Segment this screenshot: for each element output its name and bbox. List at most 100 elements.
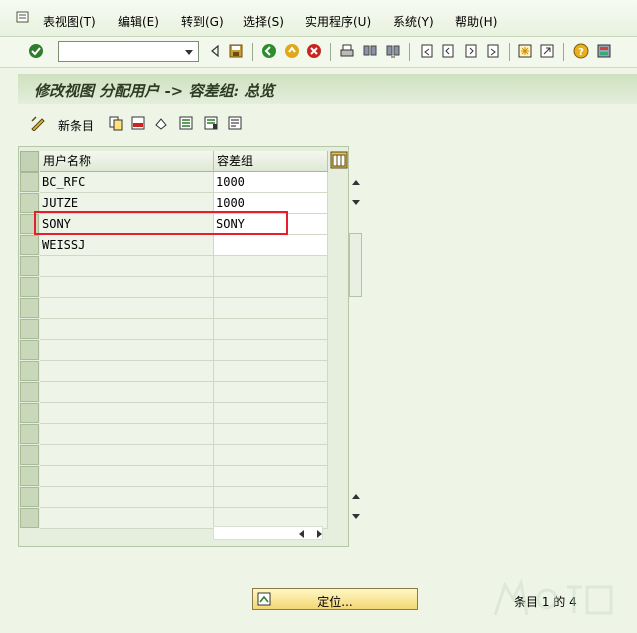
svg-text:?: ?	[578, 47, 584, 58]
row-selector[interactable]	[20, 235, 39, 255]
empty-cell	[40, 424, 214, 445]
empty-cell	[214, 340, 328, 361]
menu-item-help[interactable]: 帮助(H)	[455, 13, 497, 30]
row-selector[interactable]	[20, 319, 39, 339]
menu-item-selection[interactable]: 选择(S)	[243, 13, 284, 30]
toggle-change-icon[interactable]	[30, 115, 46, 131]
find-icon[interactable]	[362, 43, 378, 59]
empty-cell	[40, 298, 214, 319]
empty-cell	[40, 277, 214, 298]
deselect-all-icon[interactable]	[227, 115, 243, 131]
new-entries-button[interactable]: 新条目	[58, 117, 94, 134]
menu-item-edit[interactable]: 编辑(E)	[118, 13, 159, 30]
empty-cell	[214, 424, 328, 445]
enter-check-icon[interactable]	[28, 43, 44, 59]
menu-item-goto[interactable]: 转到(G)	[181, 13, 224, 30]
command-field[interactable]	[58, 41, 199, 62]
empty-cell	[40, 361, 214, 382]
vertical-scrollbar[interactable]	[348, 172, 364, 519]
row-selector[interactable]	[20, 172, 39, 192]
undo-icon[interactable]	[153, 115, 169, 131]
user-name-cell: WEISSJ	[40, 235, 214, 256]
column-header-tolerance-group[interactable]: 容差组	[214, 151, 328, 172]
row-selector[interactable]	[20, 340, 39, 360]
user-name-cell: BC_RFC	[40, 172, 214, 193]
select-all-rows-button[interactable]	[20, 151, 39, 172]
empty-cell	[214, 319, 328, 340]
customize-layout-icon[interactable]	[596, 43, 612, 59]
delete-icon[interactable]	[130, 115, 146, 131]
toolbar-separator	[563, 43, 564, 61]
row-selector[interactable]	[20, 277, 39, 297]
watermark-logo	[493, 578, 613, 616]
row-selector[interactable]	[20, 445, 39, 465]
application-toolbar: 新条目	[0, 104, 637, 140]
row-selector[interactable]	[20, 382, 39, 402]
new-session-icon[interactable]	[517, 43, 533, 59]
row-selector[interactable]	[20, 193, 39, 213]
row-selector[interactable]	[20, 256, 39, 276]
select-all-icon[interactable]	[178, 115, 194, 131]
menu-item-system[interactable]: 系统(Y)	[393, 13, 434, 30]
print-icon[interactable]	[339, 43, 355, 59]
help-icon[interactable]: ?	[573, 43, 589, 59]
row-selector[interactable]	[20, 508, 39, 528]
empty-cell	[40, 508, 214, 529]
empty-cell	[214, 466, 328, 487]
tolerance-group-field[interactable]	[214, 235, 328, 256]
empty-cell	[40, 340, 214, 361]
scroll-right-icon[interactable]	[312, 527, 326, 541]
save-icon[interactable]	[228, 43, 244, 59]
toolbar-separator	[252, 43, 253, 61]
table-control: 用户名称 容差组 BC_RFC 1000 JUTZE 1000 SONY SONY WEIS…	[18, 146, 362, 547]
row-selector[interactable]	[20, 361, 39, 381]
exit-icon[interactable]	[284, 43, 300, 59]
prev-page-icon[interactable]	[440, 43, 456, 59]
highlight-annotation-box	[34, 211, 288, 235]
row-selector[interactable]	[20, 487, 39, 507]
scroll-up-icon[interactable]	[349, 176, 363, 190]
scroll-left-icon[interactable]	[295, 527, 309, 541]
empty-cell	[40, 403, 214, 424]
title-bar: 修改视图 分配用户 -> 容差组: 总览	[18, 74, 637, 104]
select-block-icon[interactable]	[203, 115, 219, 131]
copy-icon[interactable]	[108, 115, 124, 131]
menu-bar: 表视图(T) 编辑(E) 转到(G) 选择(S) 实用程序(U) 系统(Y) 帮…	[0, 0, 637, 37]
empty-cell	[214, 445, 328, 466]
column-header-user-name[interactable]: 用户名称	[40, 151, 214, 172]
toolbar-separator	[409, 43, 410, 61]
row-selector[interactable]	[20, 403, 39, 423]
last-page-icon[interactable]	[485, 43, 501, 59]
shortcut-icon[interactable]	[539, 43, 555, 59]
first-page-icon[interactable]	[419, 43, 435, 59]
empty-cell	[40, 445, 214, 466]
row-selector[interactable]	[20, 298, 39, 318]
position-button[interactable]: 定位...	[252, 588, 418, 610]
empty-cell	[214, 403, 328, 424]
empty-cell	[214, 361, 328, 382]
next-page-icon[interactable]	[463, 43, 479, 59]
tolerance-group-field[interactable]: 1000	[214, 172, 328, 193]
find-next-icon[interactable]	[385, 43, 401, 59]
chevron-down-icon[interactable]	[182, 45, 196, 59]
scroll-down-icon[interactable]	[349, 509, 363, 523]
empty-cell	[214, 487, 328, 508]
menu-icon[interactable]	[16, 11, 30, 24]
cancel-icon[interactable]	[306, 43, 322, 59]
back-triangle-icon[interactable]	[207, 43, 223, 59]
green-back-icon[interactable]	[261, 43, 277, 59]
toolbar-separator	[509, 43, 510, 61]
menu-item-utilities[interactable]: 实用程序(U)	[305, 13, 371, 30]
empty-cell	[40, 256, 214, 277]
page-down-icon[interactable]	[349, 195, 363, 209]
standard-toolbar: ?	[0, 37, 637, 68]
menu-item-table-view[interactable]: 表视图(T)	[43, 13, 96, 30]
scroll-thumb[interactable]	[349, 233, 362, 297]
row-selector[interactable]	[20, 424, 39, 444]
row-selector[interactable]	[20, 466, 39, 486]
empty-cell	[214, 277, 328, 298]
page-title: 修改视图 分配用户 -> 容差组: 总览	[34, 82, 275, 100]
page-up-icon[interactable]	[349, 490, 363, 504]
table-settings-icon[interactable]	[330, 151, 348, 169]
empty-cell	[40, 382, 214, 403]
